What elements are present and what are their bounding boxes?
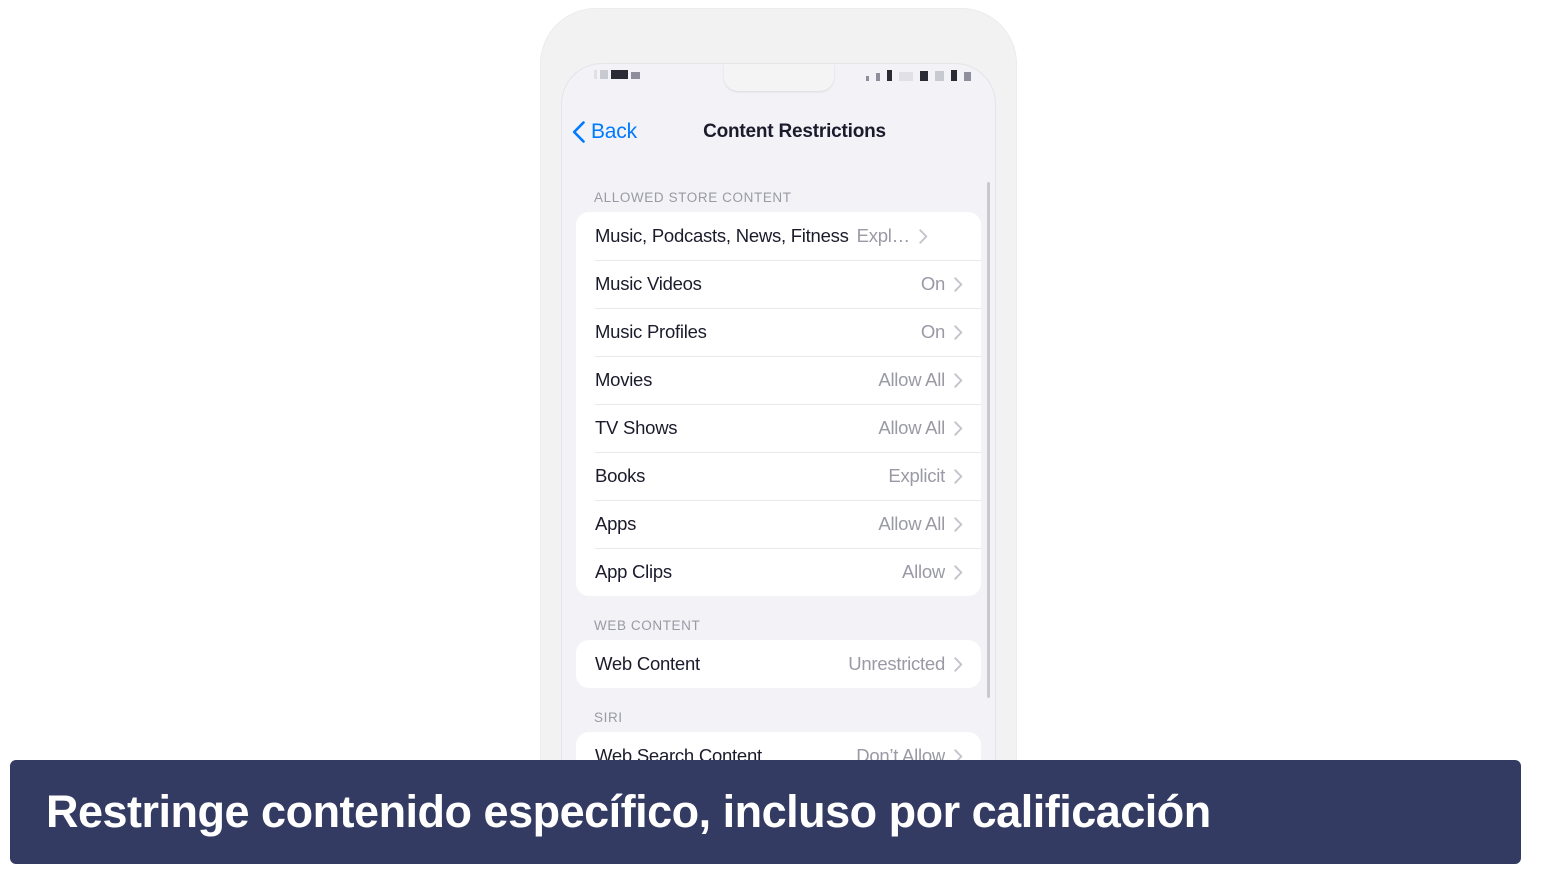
settings-row-value-group: On [921,273,963,295]
settings-row[interactable]: Music, Podcasts, News, Fitness Expl… [576,212,981,260]
status-pixel-block [935,71,944,81]
status-pixel-block [951,70,957,81]
settings-row[interactable]: Web Content Unrestricted [576,640,981,688]
page-title: Content Restrictions [703,121,886,142]
chevron-right-icon [954,656,963,672]
settings-row-label: Books [595,465,646,486]
settings-row-value-group: Allow All [878,369,963,391]
settings-row-value-group: Expl… [857,225,928,247]
chevron-right-icon [954,420,963,436]
status-pixel-block [899,72,913,81]
settings-row-value-group: Allow All [878,417,963,439]
settings-row-value: On [920,273,945,294]
settings-row-value: Allow All [878,417,945,438]
settings-row-value-group: On [921,321,963,343]
settings-row-value-group: Explicit [888,465,963,487]
settings-row-value: Allow All [878,513,945,534]
chevron-right-icon [954,372,963,388]
chevron-right-icon [954,276,963,292]
section-header: WEB CONTENT [594,618,701,633]
settings-sections: ALLOWED STORE CONTENT Music, Podcasts, Ne… [562,168,995,780]
chevron-right-icon [954,324,963,340]
settings-row-label: Music Videos [595,273,702,294]
settings-row[interactable]: TV Shows Allow All [576,404,981,452]
phone-notch [723,64,834,91]
settings-row[interactable]: Movies Allow All [576,356,981,404]
status-bar-left-censored [594,70,640,79]
settings-row-value: On [920,321,945,342]
settings-row[interactable]: Music Videos On [576,260,981,308]
status-pixel-block [866,76,869,81]
settings-row-label: Movies [595,369,653,390]
caption-banner: Restringe contenido específico, incluso … [10,760,1521,864]
settings-card: Web Content Unrestricted [576,640,981,688]
phone-screen: Back Content Restrictions ALLOWED STORE … [562,64,995,828]
settings-row[interactable]: Apps Allow All [576,500,981,548]
status-pixel-block [876,73,880,81]
chevron-right-icon [919,228,928,244]
status-pixel-block [594,70,597,79]
settings-row-value-group: Unrestricted [848,653,963,675]
settings-row[interactable]: App Clips Allow [576,548,981,596]
status-pixel-block [887,70,892,81]
settings-scroll-area[interactable]: ALLOWED STORE CONTENT Music, Podcasts, Ne… [562,168,995,828]
settings-card: Music, Podcasts, News, Fitness Expl… Music… [576,212,981,596]
page-root: Back Content Restrictions ALLOWED STORE … [0,0,1549,876]
settings-row-value: Unrestricted [848,653,945,674]
status-pixel-block [920,71,928,81]
chevron-right-icon [954,468,963,484]
status-pixel-block [600,70,608,79]
status-pixel-block [611,70,628,79]
chevron-right-icon [954,564,963,580]
settings-row-label: Apps [595,513,637,534]
navigation-bar: Back Content Restrictions [562,114,995,166]
phone-device-frame: Back Content Restrictions ALLOWED STORE … [540,8,1017,828]
settings-row-value: Expl… [856,225,910,246]
settings-row-value: Allow All [878,369,945,390]
caption-text: Restringe contenido específico, incluso … [46,786,1211,837]
settings-row[interactable]: Music Profiles On [576,308,981,356]
settings-row-value: Allow [902,561,945,582]
settings-row-value: Explicit [888,465,945,486]
status-pixel-block [964,72,971,81]
section-header: SIRI [594,710,623,725]
settings-row-value-group: Allow All [878,513,963,535]
settings-row[interactable]: Books Explicit [576,452,981,500]
settings-row-label: Music, Podcasts, News, Fitness [595,225,849,246]
settings-row-label: TV Shows [595,417,678,438]
status-bar-right-censored [866,70,971,81]
section-header: ALLOWED STORE CONTENT [594,190,792,205]
status-pixel-block [631,72,640,79]
chevron-right-icon [954,516,963,532]
settings-row-label: Music Profiles [595,321,707,342]
settings-row-label: Web Content [595,653,700,674]
settings-row-value-group: Allow [902,561,963,583]
vertical-scrollbar[interactable] [987,182,990,698]
settings-row-label: App Clips [595,561,672,582]
